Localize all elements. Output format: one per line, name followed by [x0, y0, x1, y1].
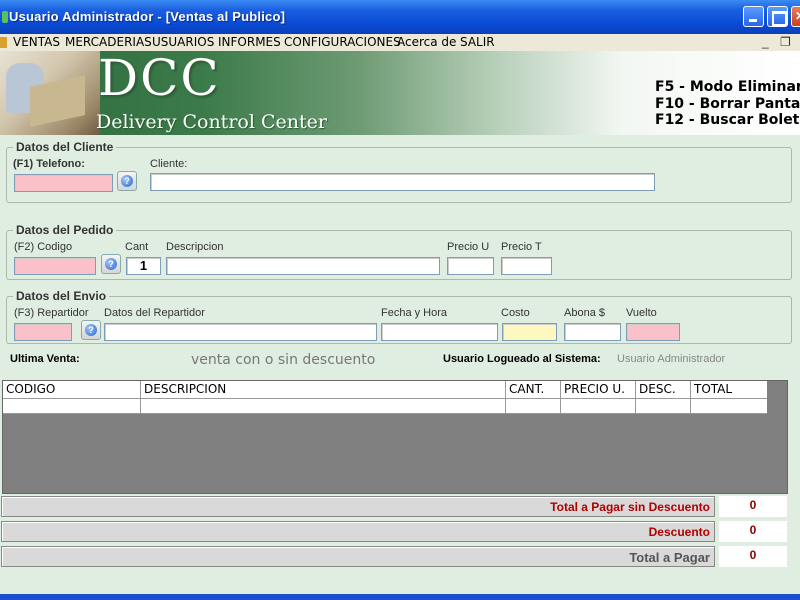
window-titlebar: Usuario Administrador - [Ventas al Publi… — [0, 0, 800, 34]
search-cliente-button[interactable] — [117, 171, 137, 191]
delivery-photo — [0, 51, 100, 135]
col-total[interactable]: TOTAL — [690, 381, 767, 398]
ultima-venta-label: Ultima Venta: — [10, 353, 80, 365]
table-row[interactable] — [3, 399, 767, 414]
search-repartidor-button[interactable] — [81, 320, 101, 340]
menu-bar: VENTAS MERCADERIAS USUARIOS INFORMES CON… — [0, 34, 800, 51]
usuario-logueado-label: Usuario Logueado al Sistema: — [443, 353, 601, 365]
descripcion-label: Descripcion — [166, 241, 224, 253]
descuento-bar: Descuento — [1, 521, 715, 542]
descuento-hint: venta con o sin descuento — [191, 352, 376, 368]
cell-cant[interactable] — [505, 399, 560, 413]
header-banner: DCC Delivery Control Center F5 - Modo El… — [0, 51, 800, 135]
shortcut-f12: F12 - Buscar Boleta — [655, 112, 800, 128]
maximize-button[interactable] — [767, 6, 788, 27]
mdi-minimize-icon[interactable]: _ — [762, 35, 769, 49]
vuelto-label: Vuelto — [626, 307, 657, 319]
cell-desc[interactable] — [635, 399, 690, 413]
descuento-value: 0 — [719, 521, 787, 542]
vuelto-input[interactable] — [626, 323, 680, 341]
col-codigo[interactable]: CODIGO — [3, 381, 140, 398]
datos-repartidor-input[interactable] — [104, 323, 377, 341]
fecha-label: Fecha y Hora — [381, 307, 448, 319]
abona-input[interactable] — [564, 323, 621, 341]
pedido-group-title: Datos del Pedido — [13, 223, 117, 237]
precio-t-label: Precio T — [501, 241, 542, 253]
total-sin-descuento-label: Total a Pagar sin Descuento — [550, 500, 710, 514]
shortcut-f10: F10 - Borrar Pantalla — [655, 96, 800, 112]
menu-usuarios[interactable]: USUARIOS — [152, 35, 214, 49]
descuento-label: Descuento — [648, 525, 710, 539]
precio-u-label: Precio U — [447, 241, 490, 253]
cant-input[interactable]: 1 — [126, 257, 161, 275]
datos-repartidor-label: Datos del Repartidor — [104, 307, 205, 319]
repartidor-label: (F3) Repartidor — [14, 307, 89, 319]
menu-mercaderias[interactable]: MERCADERIAS — [65, 35, 152, 49]
telefono-input[interactable] — [14, 174, 113, 192]
cliente-label: Cliente: — [150, 158, 188, 170]
grid-header: CODIGO DESCRIPCION CANT. PRECIO U. DESC.… — [3, 381, 767, 399]
descripcion-input[interactable] — [166, 257, 440, 275]
brand-logo: DCC — [98, 51, 221, 107]
total-sin-descuento-value: 0 — [719, 496, 787, 517]
envio-group-title: Datos del Envio — [13, 289, 110, 303]
cliente-group-title: Datos del Cliente — [13, 140, 117, 154]
codigo-label: (F2) Codigo — [14, 241, 73, 253]
col-precio-u[interactable]: PRECIO U. — [560, 381, 635, 398]
close-button[interactable] — [791, 6, 800, 27]
cell-precio-u[interactable] — [560, 399, 635, 413]
cant-label: Cant — [125, 241, 149, 253]
window-title: Usuario Administrador - [Ventas al Publi… — [9, 9, 286, 24]
mdi-restore-icon[interactable]: ❐ — [780, 35, 791, 49]
telefono-label: (F1) Telefono: — [13, 158, 85, 170]
brand-tagline: Delivery Control Center — [96, 111, 327, 133]
minimize-button[interactable] — [743, 6, 764, 27]
total-a-pagar-label: Total a Pagar — [629, 550, 710, 565]
costo-label: Costo — [501, 307, 530, 319]
col-cant[interactable]: CANT. — [505, 381, 560, 398]
cell-codigo[interactable] — [3, 399, 140, 413]
costo-input[interactable] — [502, 323, 557, 341]
menu-ventas[interactable]: VENTAS — [13, 35, 60, 49]
precio-u-input[interactable] — [447, 257, 494, 275]
precio-t-input[interactable] — [501, 257, 552, 275]
cliente-input[interactable] — [150, 173, 655, 191]
ventas-grid[interactable]: CODIGO DESCRIPCION CANT. PRECIO U. DESC.… — [2, 380, 788, 494]
fecha-input[interactable] — [381, 323, 498, 341]
shortcut-f5: F5 - Modo Eliminar — [655, 79, 800, 95]
menu-configuraciones[interactable]: CONFIGURACIONES — [284, 35, 401, 49]
col-descripcion[interactable]: DESCRIPCION — [140, 381, 505, 398]
menu-acerca-de[interactable]: Acerca de — [397, 35, 456, 49]
app-icon — [2, 11, 8, 23]
bottom-strip — [0, 594, 800, 600]
usuario-logueado-value: Usuario Administrador — [617, 353, 726, 365]
total-a-pagar-bar: Total a Pagar — [1, 546, 715, 567]
cell-descripcion[interactable] — [140, 399, 505, 413]
cell-total[interactable] — [690, 399, 767, 413]
col-desc[interactable]: DESC. — [635, 381, 690, 398]
mdi-child-icon[interactable] — [0, 37, 7, 48]
abona-label: Abona $ — [564, 307, 605, 319]
codigo-input[interactable] — [14, 257, 96, 275]
search-producto-button[interactable] — [101, 254, 121, 274]
total-sin-descuento-bar: Total a Pagar sin Descuento — [1, 496, 715, 517]
menu-salir[interactable]: SALIR — [460, 35, 495, 49]
menu-informes[interactable]: INFORMES — [218, 35, 281, 49]
total-a-pagar-value: 0 — [719, 546, 787, 567]
repartidor-input[interactable] — [14, 323, 72, 341]
